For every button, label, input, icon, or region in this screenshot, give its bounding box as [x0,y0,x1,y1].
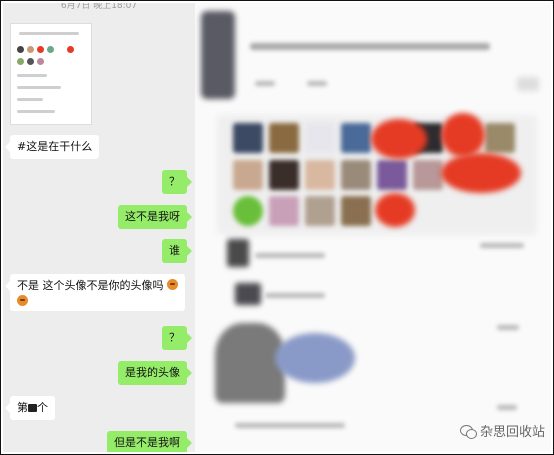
chat-message-outgoing[interactable]: ？ [162,170,192,194]
blurred-shape [275,333,355,383]
chat-message-outgoing[interactable]: 谁 [162,239,192,263]
redaction-blob [375,193,415,227]
chat-message-incoming[interactable]: #这是在干什么 [4,135,100,159]
chat-timestamp: 6月7日 晚上18:07 [60,3,138,11]
blurred-avatar [235,283,261,305]
chat-conversation: 6月7日 晚上18:07 #这是在干什么 ？ 这不是我呀 谁 不是 这个头像不是… [3,3,195,452]
chat-message-outgoing[interactable]: 是我的头像 [118,361,192,385]
message-text-start: 第 [17,401,28,414]
wechat-icon [459,424,477,439]
sweat-emoji-icon [17,295,28,306]
redaction-blob [441,153,521,193]
blurred-avatar [201,11,235,99]
message-text-end: 个 [37,401,48,414]
redaction-blob [371,119,427,159]
redaction-blob [441,113,485,157]
chat-message-incoming[interactable]: 第个 [5,396,55,420]
watermark: 杂思回收站 [459,421,545,440]
shared-screenshot-image[interactable] [10,23,92,125]
redaction-mark-icon [28,404,37,412]
blurred-figure [215,323,285,403]
chat-message-outgoing[interactable]: 但是不是我啊 [107,431,192,452]
chat-message-outgoing[interactable]: ？ [162,326,192,350]
screenshot-frame: 6月7日 晚上18:07 #这是在干什么 ？ 这不是我呀 谁 不是 这个头像不是… [0,0,554,455]
chat-message-incoming[interactable]: 不是 这个头像不是你的头像吗 [5,274,185,311]
message-text: 不是 这个头像不是你的头像吗 [17,279,164,292]
chat-message-outgoing[interactable]: 这不是我呀 [118,205,192,229]
blurred-avatar [227,239,249,267]
blurred-moments-post: 杂思回收站 [195,3,551,452]
sweat-emoji-icon [167,279,178,290]
watermark-label: 杂思回收站 [479,425,545,440]
